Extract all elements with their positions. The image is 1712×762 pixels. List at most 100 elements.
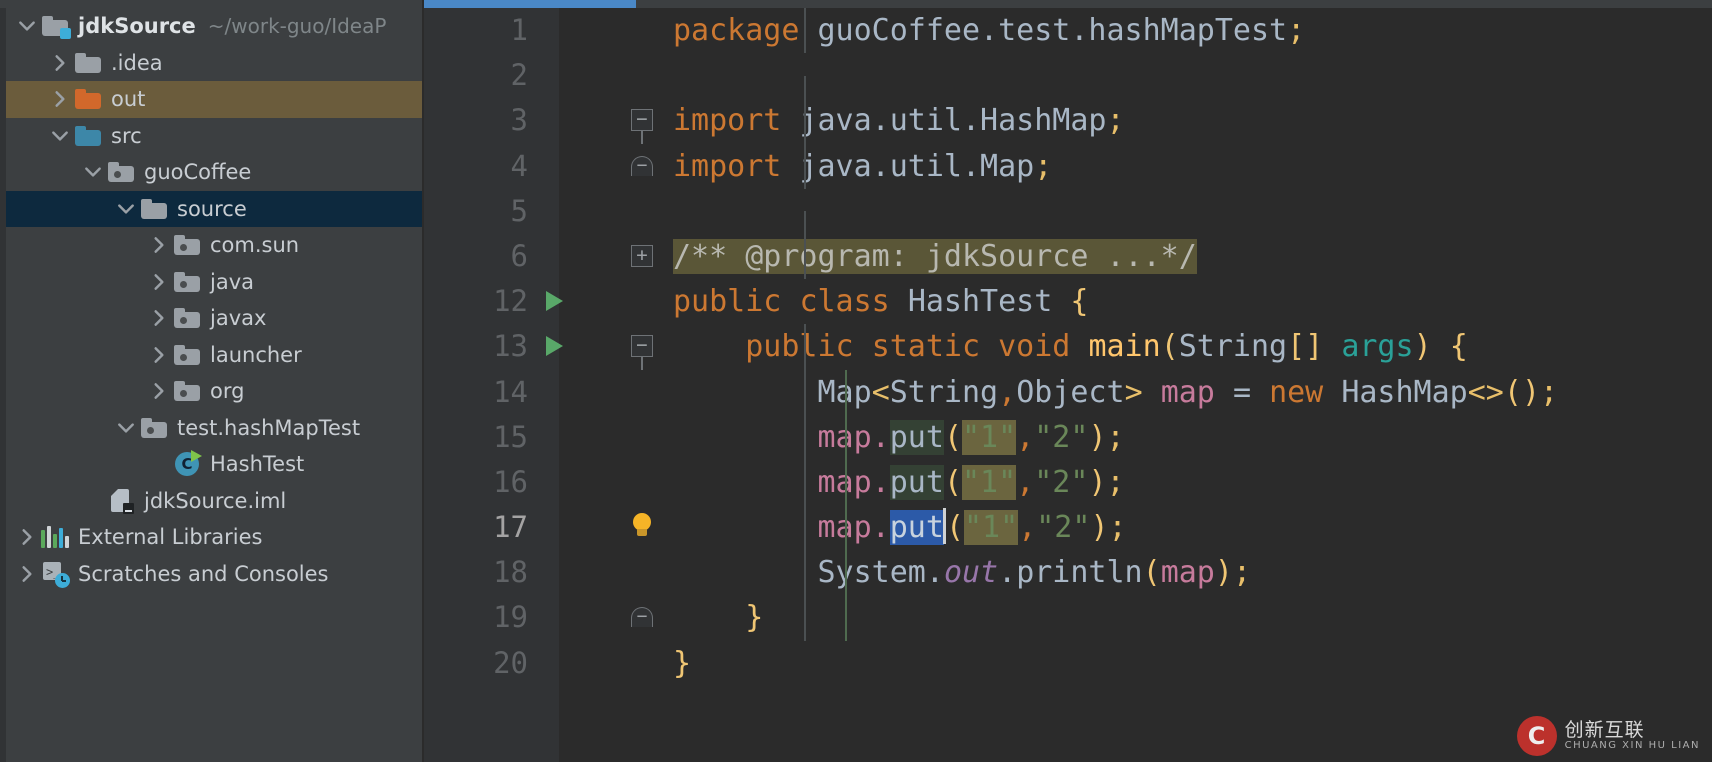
code-line-text[interactable]: map.put("1","2"); [669,459,1712,506]
code-line-20[interactable]: 20} [424,641,1712,686]
fold-collapse-icon[interactable]: − [631,109,653,132]
gutter-cell[interactable] [534,189,669,234]
fold-end-icon[interactable]: − [631,607,653,628]
fold-collapse-icon[interactable]: − [631,335,653,358]
class-name: HashTest [907,284,1053,320]
code-line-12[interactable]: 12 public class HashTest { [424,279,1712,324]
code-line-text[interactable]: public static void main(String[] args) { [669,324,1712,370]
chevron-right-icon[interactable] [47,53,73,73]
code-line-14[interactable]: 14 Map<String,Object> map = new HashMap<… [424,369,1712,415]
code-line-text[interactable]: import java.util.Map; [669,143,1712,189]
sidebar-item-java[interactable]: java [6,264,424,301]
gutter-cell[interactable]: − [534,144,669,189]
code-line-text[interactable]: package guoCoffee.test.hashMapTest; [669,8,1712,54]
generic-string: String [889,374,999,410]
chevron-down-icon[interactable] [14,16,40,36]
code-line-3[interactable]: 3 − import java.util.HashMap; [424,98,1712,145]
sidebar-item-idea[interactable]: .idea [6,45,424,82]
sidebar-item-guocoffee[interactable]: guoCoffee [6,154,424,191]
code-content-area[interactable]: 1 package guoCoffee.test.hashMapTest; 2 3− i… [424,8,1712,762]
code-line-text[interactable]: Map<String,Object> map = new HashMap<>()… [669,369,1712,415]
gutter-cell[interactable]: − [534,595,669,640]
gutter-cell[interactable] [534,550,669,595]
chevron-right-icon[interactable] [14,564,40,584]
gutter-cell[interactable] [534,505,669,550]
gutter-cell[interactable] [534,641,669,686]
gutter-cell[interactable] [534,8,669,53]
chevron-right-icon[interactable] [146,308,172,328]
code-line-16[interactable]: 16 map.put("1","2"); [424,459,1712,506]
gutter-cell[interactable] [534,415,669,460]
sidebar-item-javax[interactable]: javax [6,300,424,337]
chevron-down-icon[interactable] [80,162,106,182]
code-line-text[interactable]: /** @program: jdkSource ...*/ [669,233,1712,280]
project-tree[interactable]: jdkSource ~/work-guo/IdeaP .idea out src guoC… [6,8,424,592]
chevron-right-icon[interactable] [47,89,73,109]
sidebar-item-jdksource-iml[interactable]: jdkSource.iml [6,483,424,520]
sidebar-item-scratches-and-consoles[interactable]: >_ Scratches and Consoles [6,556,424,593]
dot: . [871,419,890,455]
chevron-down-icon[interactable] [47,126,73,146]
project-tool-window[interactable]: jdkSource ~/work-guo/IdeaP .idea out src guoC… [0,0,424,762]
editor-tab-strip[interactable] [424,0,1712,8]
code-line-4[interactable]: 4 − import java.util.Map; [424,143,1712,189]
sidebar-item-launcher[interactable]: launcher [6,337,424,374]
sidebar-item-hashtest[interactable]: C HashTest [6,446,424,483]
sidebar-item-test-hashmaptest[interactable]: test.hashMapTest [6,410,424,447]
code-line-2[interactable]: 2 [424,53,1712,121]
code-line-text[interactable]: map.put("1","2"); [669,505,1712,551]
paren-open: ( [1160,329,1179,365]
chevron-right-icon[interactable] [146,345,172,365]
code-line-text[interactable]: public class HashTest { [669,279,1712,324]
code-line-6[interactable]: 6 + /** @program: jdkSource ...*/ [424,233,1712,280]
sidebar-item-out[interactable]: out [6,81,424,118]
chevron-right-icon[interactable] [146,235,172,255]
chevron-down-icon[interactable] [113,199,139,219]
intention-bulb-icon[interactable] [629,513,655,543]
gutter-cell[interactable]: + [534,234,669,279]
code-line-text[interactable]: map.put("1","2"); [669,414,1712,460]
gutter-cell[interactable] [534,460,669,505]
code-line-15[interactable]: 15 map.put("1","2"); [424,414,1712,460]
run-gutter-icon[interactable] [546,336,563,357]
sidebar-item-org[interactable]: org [6,373,424,410]
code-line-5[interactable]: 5 [424,189,1712,257]
chevron-right-icon[interactable] [146,272,172,292]
sidebar-item-src[interactable]: src [6,118,424,155]
sidebar-item-jdksource[interactable]: jdkSource ~/work-guo/IdeaP [6,8,424,45]
code-line-1[interactable]: 1 package guoCoffee.test.hashMapTest; [424,8,1712,54]
line-number: 19 [493,600,528,635]
keyword-public: public [673,284,782,320]
gutter-cell[interactable] [534,370,669,415]
brace-open: { [1449,329,1468,365]
run-gutter-icon[interactable] [546,291,563,312]
gutter-cell[interactable] [534,53,669,98]
fold-end-icon[interactable]: − [631,155,653,176]
sidebar-item-com-sun[interactable]: com.sun [6,227,424,264]
code-line-13[interactable]: 13 − public static void main(String[] arg… [424,324,1712,371]
code-line-text[interactable]: System.out.println(map); [669,550,1712,596]
chevron-right-icon[interactable] [146,381,172,401]
fold-expand-icon[interactable]: + [631,244,653,267]
code-rows[interactable]: 1 package guoCoffee.test.hashMapTest; 2 3− i… [424,8,1712,686]
sidebar-item-external-libraries[interactable]: External Libraries [6,519,424,556]
folded-javadoc-comment[interactable]: /** @program: jdkSource ...*/ [673,238,1197,274]
selected-token-put[interactable]: put [889,510,944,546]
gutter-cell[interactable] [534,279,669,324]
keyword-static: static [871,329,981,365]
sidebar-item-source[interactable]: source [6,190,424,227]
chevron-right-icon[interactable] [14,527,40,547]
sidebar-item-label: javax [210,306,267,331]
code-line-text[interactable]: import java.util.HashMap; [669,98,1712,144]
class-system: System [817,555,926,591]
code-line-18[interactable]: 18 System.out.println(map); [424,550,1712,596]
code-editor[interactable]: 1 package guoCoffee.test.hashMapTest; 2 3− i… [424,0,1712,762]
gutter-cell[interactable]: − [534,98,669,145]
code-line-17[interactable]: 17 map.put("1","2"); [424,505,1712,551]
gutter-cell[interactable]: − [534,324,669,371]
code-line-text[interactable]: } [669,595,1712,641]
code-line-19[interactable]: 19 − } [424,595,1712,641]
chevron-down-icon[interactable] [113,418,139,438]
code-line-text[interactable]: } [669,641,1712,686]
string-literal-1: "1" [964,510,1019,546]
